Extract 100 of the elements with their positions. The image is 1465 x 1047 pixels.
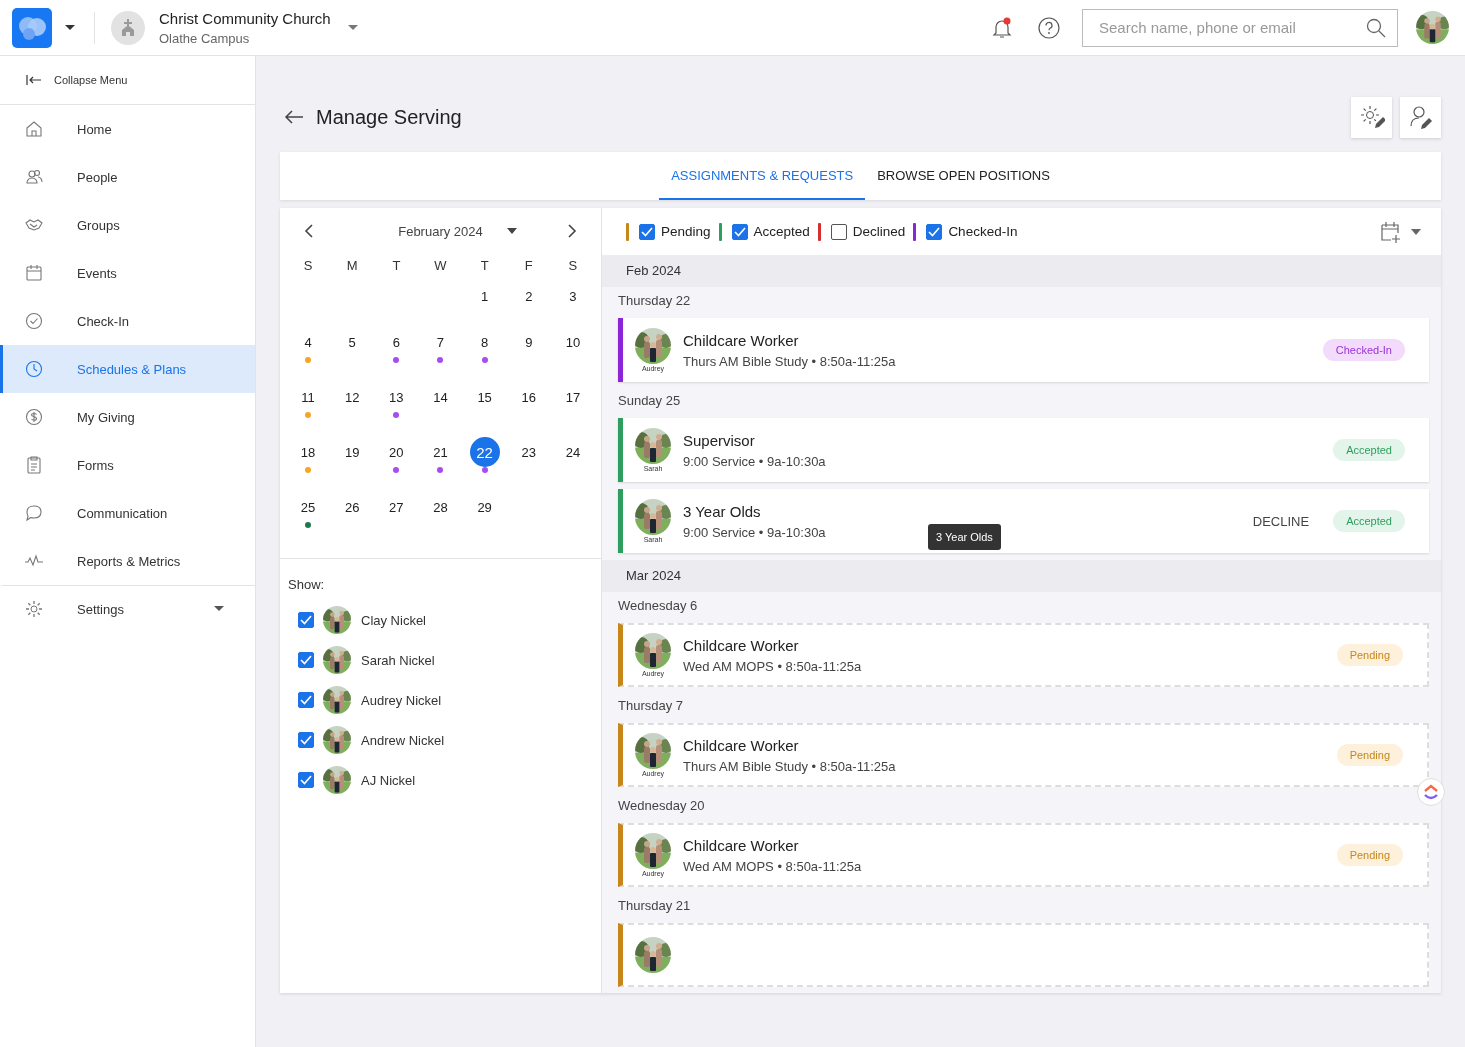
sidebar-item[interactable]: Forms [0,441,255,489]
clock-icon [24,359,44,379]
calendar-day[interactable]: 13 [381,382,412,412]
chevron-left-icon[interactable] [304,224,314,238]
calendar-day[interactable]: 11 [293,382,324,412]
campus-name: Olathe Campus [159,30,251,46]
calendar-day[interactable]: 17 [557,382,588,412]
calendar-day[interactable]: 15 [469,382,500,412]
calendar-day[interactable]: 27 [381,492,412,522]
status-badge: Accepted [1333,439,1405,461]
settings-menu-item[interactable]: Settings [0,585,255,632]
organization-name: Christ Community Church [159,9,331,27]
status-badge: Pending [1336,844,1403,866]
calendar-day[interactable]: 3 [557,281,588,311]
calendar-day[interactable]: 28 [425,492,456,522]
weekday-label: S [302,258,314,273]
checkbox[interactable] [298,692,314,708]
settings-edit-button[interactable] [1351,96,1392,138]
sidebar-item[interactable]: Check-In [0,297,255,345]
calendar-day[interactable]: 19 [337,437,368,467]
day-label: Sunday 25 [617,392,682,410]
sidebar-item[interactable]: People [0,153,255,201]
sidebar-item[interactable]: Events [0,249,255,297]
checkbox[interactable] [731,223,748,240]
status-badge: Checked-In [1322,339,1405,361]
filter-label: Declined [852,224,906,239]
calendar-day[interactable]: 29 [469,492,500,522]
sidebar-item[interactable]: My Giving [0,393,255,441]
calendar-day[interactable]: 7 [425,327,456,357]
decline-button[interactable]: DECLINE [1252,513,1310,529]
calendar-day[interactable]: 22 [469,437,500,467]
weekday-label: T [391,258,402,273]
position-title: Childcare Worker [683,636,800,654]
calendar-day[interactable]: 20 [381,437,412,467]
weekday-label: F [523,258,534,273]
collapse-menu-button[interactable]: Collapse Menu [0,56,255,105]
person-name: Audrey Nickel [361,692,442,708]
caret-icon[interactable] [507,228,517,234]
checkbox[interactable] [298,612,314,628]
checkbox[interactable] [830,223,847,240]
tab[interactable]: ASSIGNMENTS & REQUESTS [659,152,866,200]
checkbox[interactable] [298,652,314,668]
assignment-card[interactable] [618,923,1429,987]
floating-logo-icon[interactable] [1417,778,1445,806]
chat-icon [24,503,44,523]
checkbox[interactable] [639,223,655,240]
check-circle-icon [24,311,44,331]
calendar-day[interactable]: 24 [557,437,588,467]
caret-icon [213,605,225,613]
calendar-day[interactable]: 5 [337,327,368,357]
sidebar-item[interactable]: Communication [0,489,255,537]
calendar-day[interactable]: 2 [513,281,544,311]
calendar-day[interactable]: 23 [513,437,544,467]
service-time: Wed AM MOPS • 8:50a-11:25a [683,658,862,674]
search-icon[interactable] [1366,17,1386,38]
clipboard-icon [24,455,44,475]
caret-icon[interactable] [64,23,76,32]
filter-label: Pending [661,224,711,239]
tab[interactable]: BROWSE OPEN POSITIONS [865,152,1062,200]
month-label: February 2024 [398,223,483,239]
sidebar-item[interactable]: Reports & Metrics [0,537,255,585]
calendar-day[interactable]: 6 [381,327,412,357]
checkbox[interactable] [298,772,314,788]
settings-icon [24,599,44,619]
filter-label: Checked-In [948,224,1018,239]
person-edit-button[interactable] [1400,96,1441,138]
help-icon[interactable] [1038,16,1060,39]
calendar-day[interactable]: 14 [425,382,456,412]
calendar-day[interactable]: 10 [557,327,588,357]
back-arrow-icon[interactable] [284,109,304,125]
checkbox[interactable] [298,732,314,748]
month-header: Mar 2024 [602,560,1441,592]
calendar-day[interactable]: 25 [293,492,324,522]
calendar-day[interactable]: 16 [513,382,544,412]
calendar-day[interactable]: 18 [293,437,324,467]
calendar-day[interactable]: 4 [293,327,324,357]
calendar-day[interactable]: 8 [469,327,500,357]
position-title: Childcare Worker [683,736,800,754]
weekday-label: M [345,258,359,273]
service-time: Thurs AM Bible Study • 8:50a-11:25a [683,758,896,774]
search-field[interactable]: Search name, phone or email [1082,8,1398,47]
position-title: Childcare Worker [683,836,800,854]
checkbox[interactable] [926,223,943,240]
bell-icon[interactable] [990,15,1014,40]
weekday-label: W [433,258,448,273]
service-time: Thurs AM Bible Study • 8:50a-11:25a [683,353,896,369]
sidebar-item[interactable]: Home [0,105,255,153]
chevron-right-icon[interactable] [567,224,577,238]
calendar-day[interactable]: 21 [425,437,456,467]
sidebar-item[interactable]: Schedules & Plans [0,345,255,393]
day-label: Thursday 7 [617,697,685,715]
calendar-add-icon[interactable] [1379,219,1403,244]
calendar-day[interactable]: 12 [337,382,368,412]
caret-icon[interactable] [1411,228,1421,235]
sidebar-item[interactable]: Groups [0,201,255,249]
day-label: Thursday 22 [617,292,692,310]
calendar-day[interactable]: 1 [469,281,500,311]
calendar-day[interactable]: 9 [513,327,544,357]
service-time: Wed AM MOPS • 8:50a-11:25a [683,858,862,874]
calendar-day[interactable]: 26 [337,492,368,522]
